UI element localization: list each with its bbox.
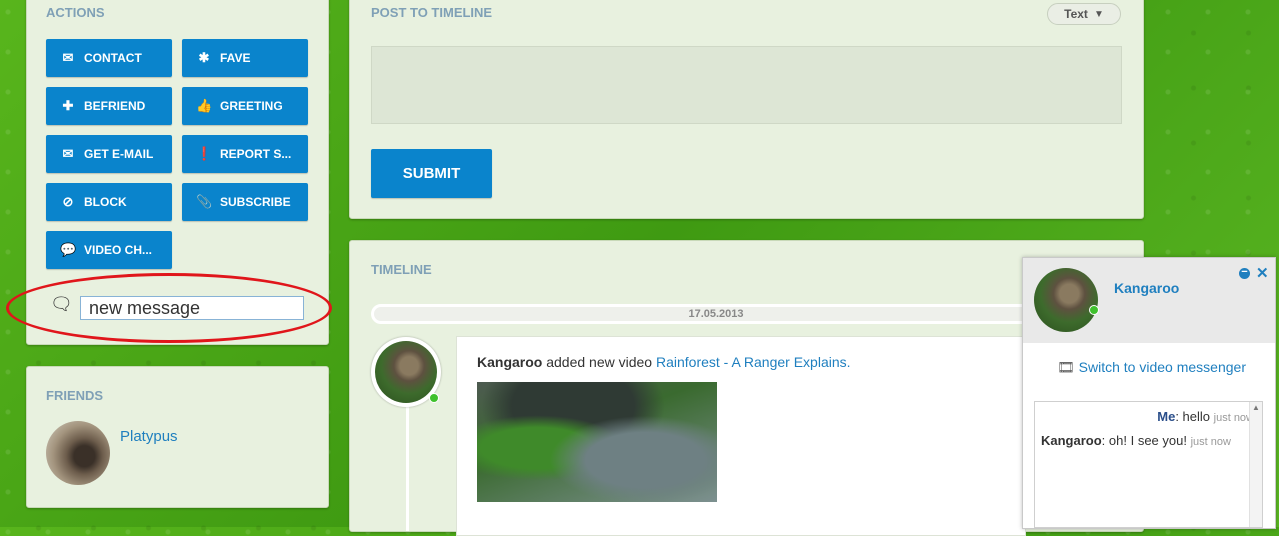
chat-icon: 🗨 (50, 294, 73, 314)
block-label: BLOCK (84, 195, 127, 209)
plus-icon: ✚ (62, 98, 74, 113)
alert-icon: ❗ (196, 146, 213, 161)
video-chat-label: VIDEO CH... (84, 243, 153, 257)
block-button[interactable]: ⊘ BLOCK (46, 183, 172, 221)
fave-button[interactable]: ✱ FAVE (182, 39, 308, 77)
submit-label: SUBMIT (402, 165, 461, 182)
post-type-label: Text (1064, 7, 1088, 21)
post-textarea[interactable] (371, 46, 1122, 124)
paperclip-icon: 📎 (196, 194, 213, 209)
scroll-up-arrow-icon[interactable]: ▲ (1250, 402, 1262, 414)
video-chat-button[interactable]: 💬 VIDEO CH... (46, 231, 172, 269)
messenger-contact-name[interactable]: Kangaroo (1114, 280, 1179, 296)
report-label: REPORT S... (220, 147, 292, 161)
entry-video-link[interactable]: Rainforest - A Ranger Explains. (656, 354, 851, 370)
greeting-label: GREETING (220, 99, 283, 113)
subscribe-label: SUBSCRIBE (220, 195, 291, 209)
get-email-label: GET E-MAIL (84, 147, 154, 161)
message-time-kangaroo: just now (1190, 436, 1231, 448)
contact-label: CONTACT (84, 51, 142, 65)
timeline-title: TIMELINE (371, 262, 432, 277)
switch-video-label: Switch to video messenger (1078, 359, 1246, 375)
messenger-contact-avatar[interactable] (1034, 268, 1098, 332)
timeline-entry: Kangaroo added new video Rainforest - A … (456, 336, 1026, 536)
minimize-icon[interactable]: − (1239, 267, 1250, 279)
timeline-date: 17.05.2013 (688, 308, 744, 320)
message-text-kangaroo: oh! I see you! (1108, 433, 1187, 448)
chat-bubbles-icon: 💬 (60, 242, 77, 257)
message-me: Me: hello just now (1157, 409, 1254, 424)
chevron-down-icon: ▼ (1093, 8, 1104, 20)
message-author-me: Me (1157, 409, 1176, 424)
envelope-icon: ✉ (62, 50, 74, 65)
friend-avatar[interactable] (46, 421, 110, 485)
film-icon: 🎞 (1057, 359, 1075, 375)
entry-action: added new video (542, 354, 656, 370)
switch-video-link[interactable]: 🎞 Switch to video messenger (1057, 359, 1246, 376)
fave-label: FAVE (220, 51, 251, 65)
friends-panel: FRIENDS Platypus (26, 366, 329, 508)
actions-title: ACTIONS (46, 5, 105, 20)
timeline-date-bar: 17.05.2013 (371, 304, 1061, 324)
subscribe-button[interactable]: 📎 SUBSCRIBE (182, 183, 308, 221)
online-status-dot (429, 393, 439, 403)
befriend-label: BEFRIEND (84, 99, 146, 113)
asterisk-icon: ✱ (198, 50, 210, 65)
submit-button[interactable]: SUBMIT (371, 149, 492, 198)
get-email-button[interactable]: ✉ GET E-MAIL (46, 135, 172, 173)
message-text-me: hello (1182, 409, 1211, 424)
message-input[interactable] (80, 296, 304, 320)
post-type-dropdown[interactable]: Text ▼ (1047, 3, 1121, 25)
thumbs-up-icon: 👍 (196, 98, 213, 113)
mail-outline-icon: ✉ (62, 146, 74, 161)
friend-name-link[interactable]: Platypus (120, 428, 178, 445)
post-title: POST TO TIMELINE (371, 5, 493, 20)
messenger-online-dot (1089, 305, 1099, 315)
post-panel: POST TO TIMELINE Text ▼ SUBMIT (349, 0, 1144, 219)
message-scrollbar[interactable]: ▲ (1249, 402, 1262, 527)
entry-user[interactable]: Kangaroo (477, 354, 542, 370)
timeline-user-avatar[interactable] (375, 341, 437, 403)
message-author-kangaroo: Kangaroo (1041, 433, 1102, 448)
greeting-button[interactable]: 👍 GREETING (182, 87, 308, 125)
report-button[interactable]: ❗ REPORT S... (182, 135, 308, 173)
ban-icon: ⊘ (62, 194, 74, 209)
timeline-line (406, 391, 409, 531)
message-history: Me: hello just now Kangaroo: oh! I see y… (1034, 401, 1263, 528)
message-kangaroo: Kangaroo: oh! I see you! just now (1041, 433, 1231, 448)
message-time-me: just now (1213, 412, 1254, 424)
friends-title: FRIENDS (46, 388, 104, 403)
video-thumbnail[interactable] (477, 382, 717, 502)
contact-button[interactable]: ✉ CONTACT (46, 39, 172, 77)
close-icon[interactable]: ✕ (1256, 264, 1269, 282)
befriend-button[interactable]: ✚ BEFRIEND (46, 87, 172, 125)
timeline-entry-text: Kangaroo added new video Rainforest - A … (477, 354, 851, 370)
messenger-popup: Kangaroo − ✕ 🎞 Switch to video messenger… (1022, 257, 1276, 529)
